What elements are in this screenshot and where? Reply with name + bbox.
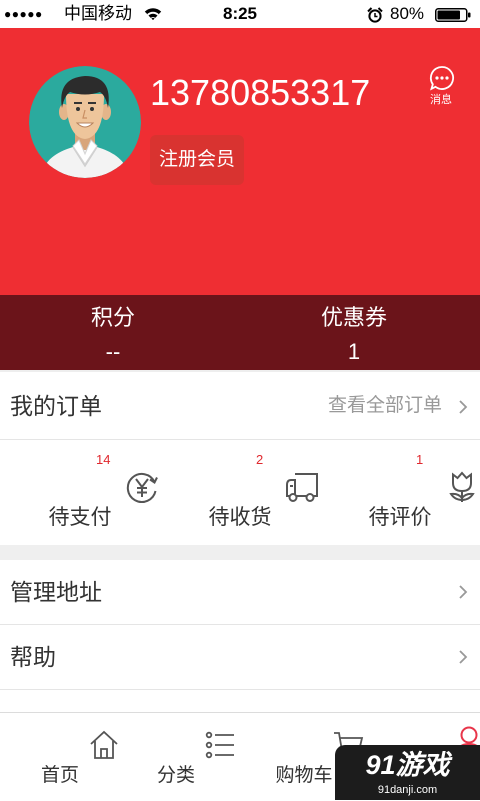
tab-category[interactable]: 分类	[116, 713, 236, 801]
carrier-name: 中国移动	[64, 4, 132, 23]
menu-item-address[interactable]: 管理地址	[0, 560, 480, 625]
wifi-icon	[144, 7, 162, 21]
badge-count: 2	[256, 452, 264, 467]
message-button[interactable]: 消息	[421, 64, 461, 108]
status-bar: ●●●●● 中国移动 8:25 80%	[0, 0, 480, 28]
watermark-site: 91danji.com	[377, 784, 438, 796]
order-pending-delivery[interactable]: 2 待收货	[160, 441, 320, 545]
tab-home[interactable]: 首页	[0, 713, 120, 801]
clock-time: 8:25	[222, 4, 258, 23]
order-item-label: 待收货	[208, 506, 272, 529]
alarm-icon	[367, 7, 383, 23]
coupons-label: 优惠券	[320, 305, 387, 330]
order-status-row: 14 待支付 2 待收货 1 待评价	[0, 441, 480, 545]
message-label: 消息	[430, 94, 452, 106]
menu-item-label: 帮助	[10, 644, 56, 670]
stats-band: 积分 -- 优惠券 1	[0, 295, 480, 370]
tab-label: 分类	[156, 765, 195, 786]
order-item-label: 待评价	[368, 506, 432, 529]
order-pending-review[interactable]: 1 待评价	[320, 441, 480, 545]
register-member-button[interactable]: 注册会员	[150, 135, 244, 185]
menu-item-label: 管理地址	[10, 579, 102, 605]
order-item-label: 待支付	[48, 506, 112, 529]
chevron-right-icon	[458, 399, 468, 415]
order-pending-payment[interactable]: 14 待支付	[0, 441, 160, 545]
menu-item-help[interactable]: 帮助	[0, 625, 480, 690]
badge-count: 14	[96, 452, 111, 467]
my-orders-title: 我的订单	[10, 393, 102, 419]
signal-strength: ●●●●●	[4, 7, 43, 21]
badge-count: 1	[416, 452, 424, 467]
points-value: --	[105, 339, 121, 364]
coupons-value: 1	[347, 339, 361, 364]
settings-menu: 管理地址 帮助	[0, 560, 480, 690]
section-gap	[0, 545, 480, 560]
coupons-stat[interactable]: 优惠券 1	[234, 295, 474, 370]
watermark-logo: 91游戏 91danji.com	[335, 745, 480, 800]
watermark-brand: 91游戏	[365, 750, 450, 780]
view-all-orders-link[interactable]: 查看全部订单	[328, 372, 442, 440]
phone-number: 13780853317	[150, 72, 371, 113]
my-orders-header[interactable]: 我的订单 查看全部订单	[0, 372, 480, 440]
tab-label: 首页	[40, 765, 79, 786]
points-label: 积分	[90, 305, 135, 330]
battery-icon	[435, 8, 471, 22]
battery-percent: 80%	[390, 4, 425, 23]
points-stat[interactable]: 积分 --	[0, 295, 226, 370]
avatar[interactable]	[29, 66, 141, 178]
chevron-right-icon	[458, 584, 468, 600]
chevron-right-icon	[458, 649, 468, 665]
profile-header: 13780853317 注册会员 消息	[0, 28, 480, 295]
